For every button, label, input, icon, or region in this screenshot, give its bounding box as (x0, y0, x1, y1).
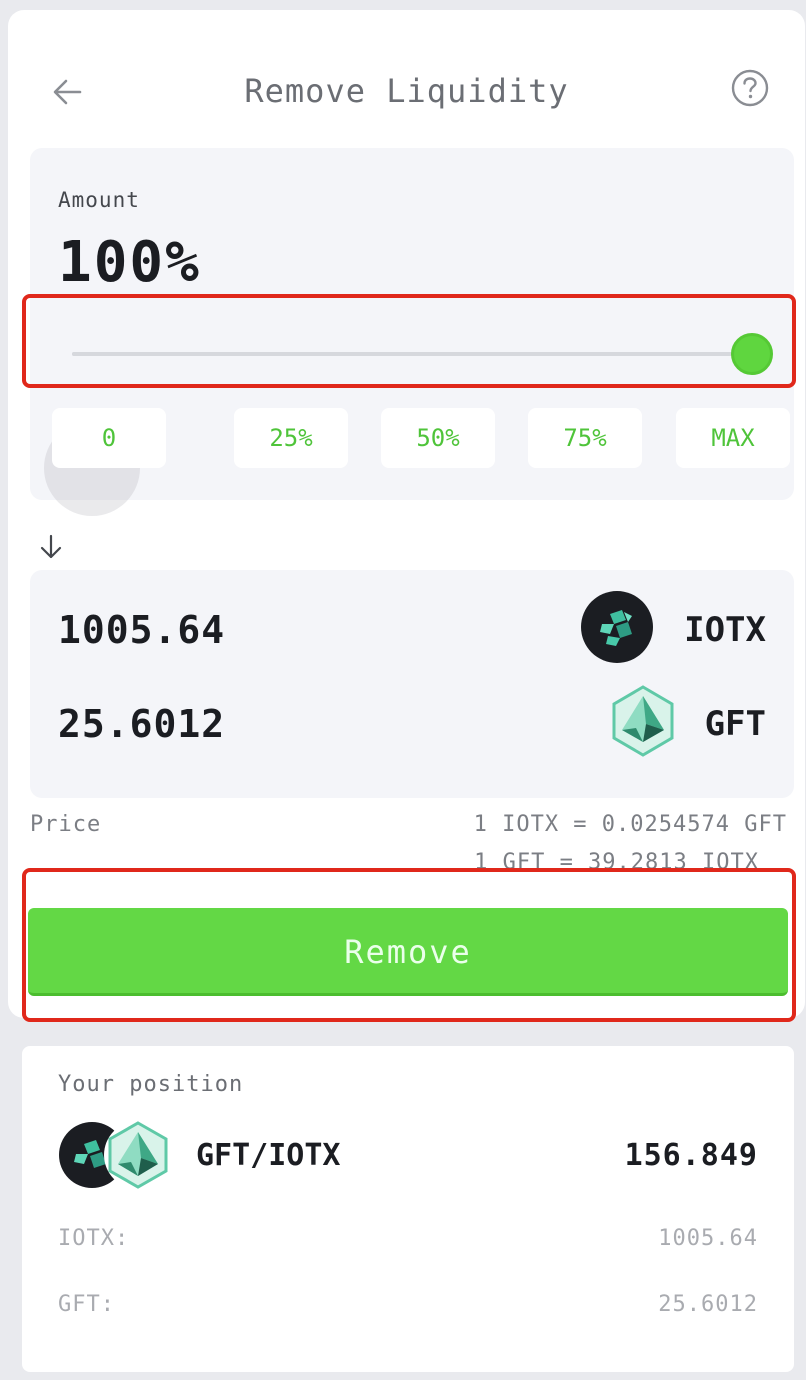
pair-name: GFT/IOTX (196, 1138, 341, 1173)
price-label: Price (30, 812, 102, 837)
position-gft-value: 25.6012 (658, 1292, 758, 1317)
position-gft-label: GFT: (58, 1292, 115, 1317)
your-position-card: Your position GFT/IOTX 156.849 IOTX: 100… (22, 1046, 794, 1372)
price-gft-iotx: 1 GFT = 39.2813 IOTX (474, 850, 759, 875)
price-section: Price 1 IOTX = 0.0254574 GFT 1 GFT = 39.… (8, 10, 805, 876)
position-balance: 156.849 (624, 1138, 758, 1173)
position-iotx-value: 1005.64 (658, 1226, 758, 1251)
remove-liquidity-card: Remove Liquidity Amount 100% 0 25% 50% 7… (8, 10, 805, 1018)
gft-token-icon (104, 1121, 172, 1189)
position-iotx-label: IOTX: (58, 1226, 130, 1251)
price-iotx-gft: 1 IOTX = 0.0254574 GFT (473, 812, 787, 837)
remove-button[interactable]: Remove (28, 908, 788, 996)
position-title: Your position (58, 1072, 244, 1097)
pair-icons (59, 1121, 172, 1189)
